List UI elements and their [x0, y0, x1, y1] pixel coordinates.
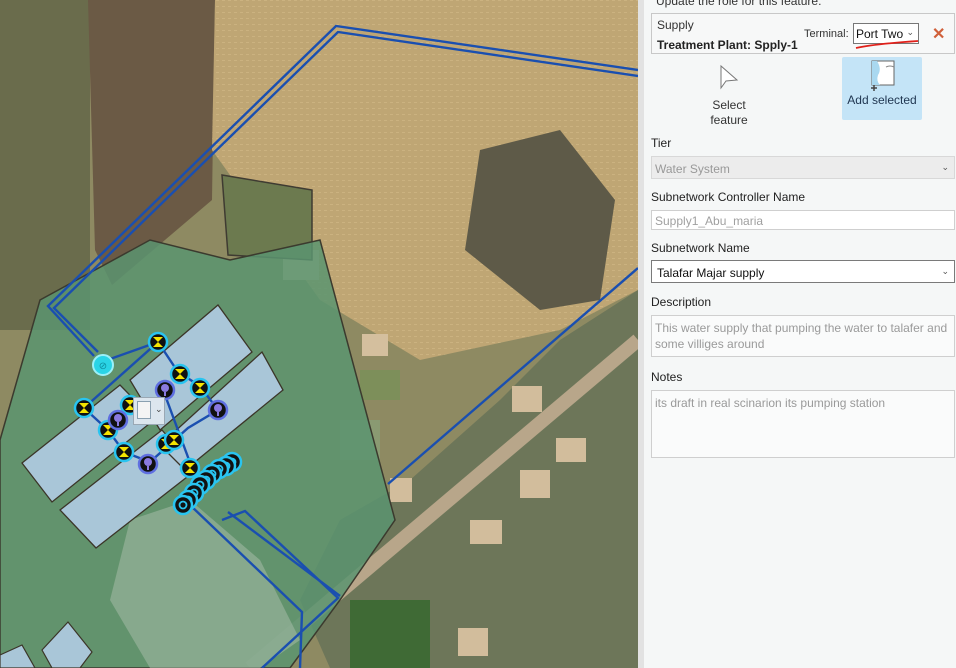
- hydrant-symbol[interactable]: [107, 409, 129, 431]
- select-feature-label-2: feature: [710, 113, 748, 127]
- building: [520, 470, 550, 498]
- field-plot: [360, 370, 400, 400]
- chevron-down-icon: ⌄: [941, 162, 949, 172]
- green-field: [350, 600, 430, 668]
- subnetwork-name-label: Subnetwork Name: [651, 241, 750, 255]
- chevron-down-icon: ⌄: [906, 27, 914, 37]
- valve-symbol[interactable]: [147, 331, 169, 353]
- modify-subnetwork-controller-panel: Update the role for this feature: Supply…: [638, 0, 956, 668]
- building: [458, 628, 488, 656]
- hydrant-symbol[interactable]: [137, 453, 159, 475]
- tier-select: Water System ⌄: [651, 156, 955, 179]
- hydrant-symbol[interactable]: [207, 399, 229, 421]
- chevron-down-icon: ⌄: [941, 266, 949, 276]
- building: [556, 438, 586, 462]
- valve-symbol[interactable]: [169, 363, 191, 385]
- add-selected-map-icon: [871, 60, 895, 91]
- close-x-icon[interactable]: ✕: [932, 24, 945, 44]
- tier-label: Tier: [651, 136, 672, 150]
- controller-name-label: Subnetwork Controller Name: [651, 190, 806, 204]
- valve-symbol[interactable]: [179, 457, 201, 479]
- add-selected-button[interactable]: Add selected: [842, 57, 922, 120]
- map-view[interactable]: ⊘ ⌄: [0, 0, 638, 668]
- tier-value: Water System: [655, 162, 730, 176]
- selected-feature-symbol[interactable]: ⊘: [92, 354, 114, 376]
- valve-symbol[interactable]: [73, 397, 95, 419]
- add-selected-label: Add selected: [847, 93, 917, 107]
- building: [362, 334, 388, 356]
- building: [390, 478, 412, 502]
- terminal-value: Port Two: [856, 27, 904, 41]
- building: [470, 520, 502, 544]
- map-canvas[interactable]: ⊘: [0, 0, 638, 668]
- feature-name: Treatment Plant: Spply-1: [657, 38, 798, 52]
- description-label: Description: [651, 295, 712, 309]
- valve-symbol[interactable]: [163, 429, 185, 451]
- controller-name-field: Supply1_Abu_maria: [651, 210, 955, 230]
- svg-text:⊘: ⊘: [99, 361, 107, 372]
- notes-textarea[interactable]: its draft in real scinarion its pumping …: [651, 390, 955, 458]
- pump-symbol[interactable]: [172, 494, 194, 516]
- valve-symbol[interactable]: [189, 377, 211, 399]
- notes-label: Notes: [651, 370, 683, 384]
- description-textarea[interactable]: This water supply that pumping the water…: [651, 315, 955, 357]
- subnetwork-name-value: Talafar Majar supply: [657, 266, 765, 280]
- selection-tool-popup[interactable]: ⌄: [133, 397, 165, 425]
- select-feature-button[interactable]: Select feature: [696, 60, 762, 128]
- select-feature-label-1: Select: [712, 98, 746, 112]
- subnetwork-name-select[interactable]: Talafar Majar supply ⌄: [651, 260, 955, 283]
- building: [512, 386, 542, 412]
- chevron-down-icon[interactable]: ⌄: [155, 404, 163, 415]
- terminal-label: Terminal:: [804, 28, 849, 40]
- selection-tool-dropdown-icon[interactable]: [137, 401, 151, 419]
- pointer-arrow-icon: [720, 64, 739, 90]
- controller-name-value: Supply1_Abu_maria: [655, 214, 764, 228]
- panel-header: Update the role for this feature:: [656, 0, 822, 8]
- annotation-underline: [855, 40, 919, 49]
- role-type: Supply: [657, 18, 694, 32]
- valve-symbol[interactable]: [113, 441, 135, 463]
